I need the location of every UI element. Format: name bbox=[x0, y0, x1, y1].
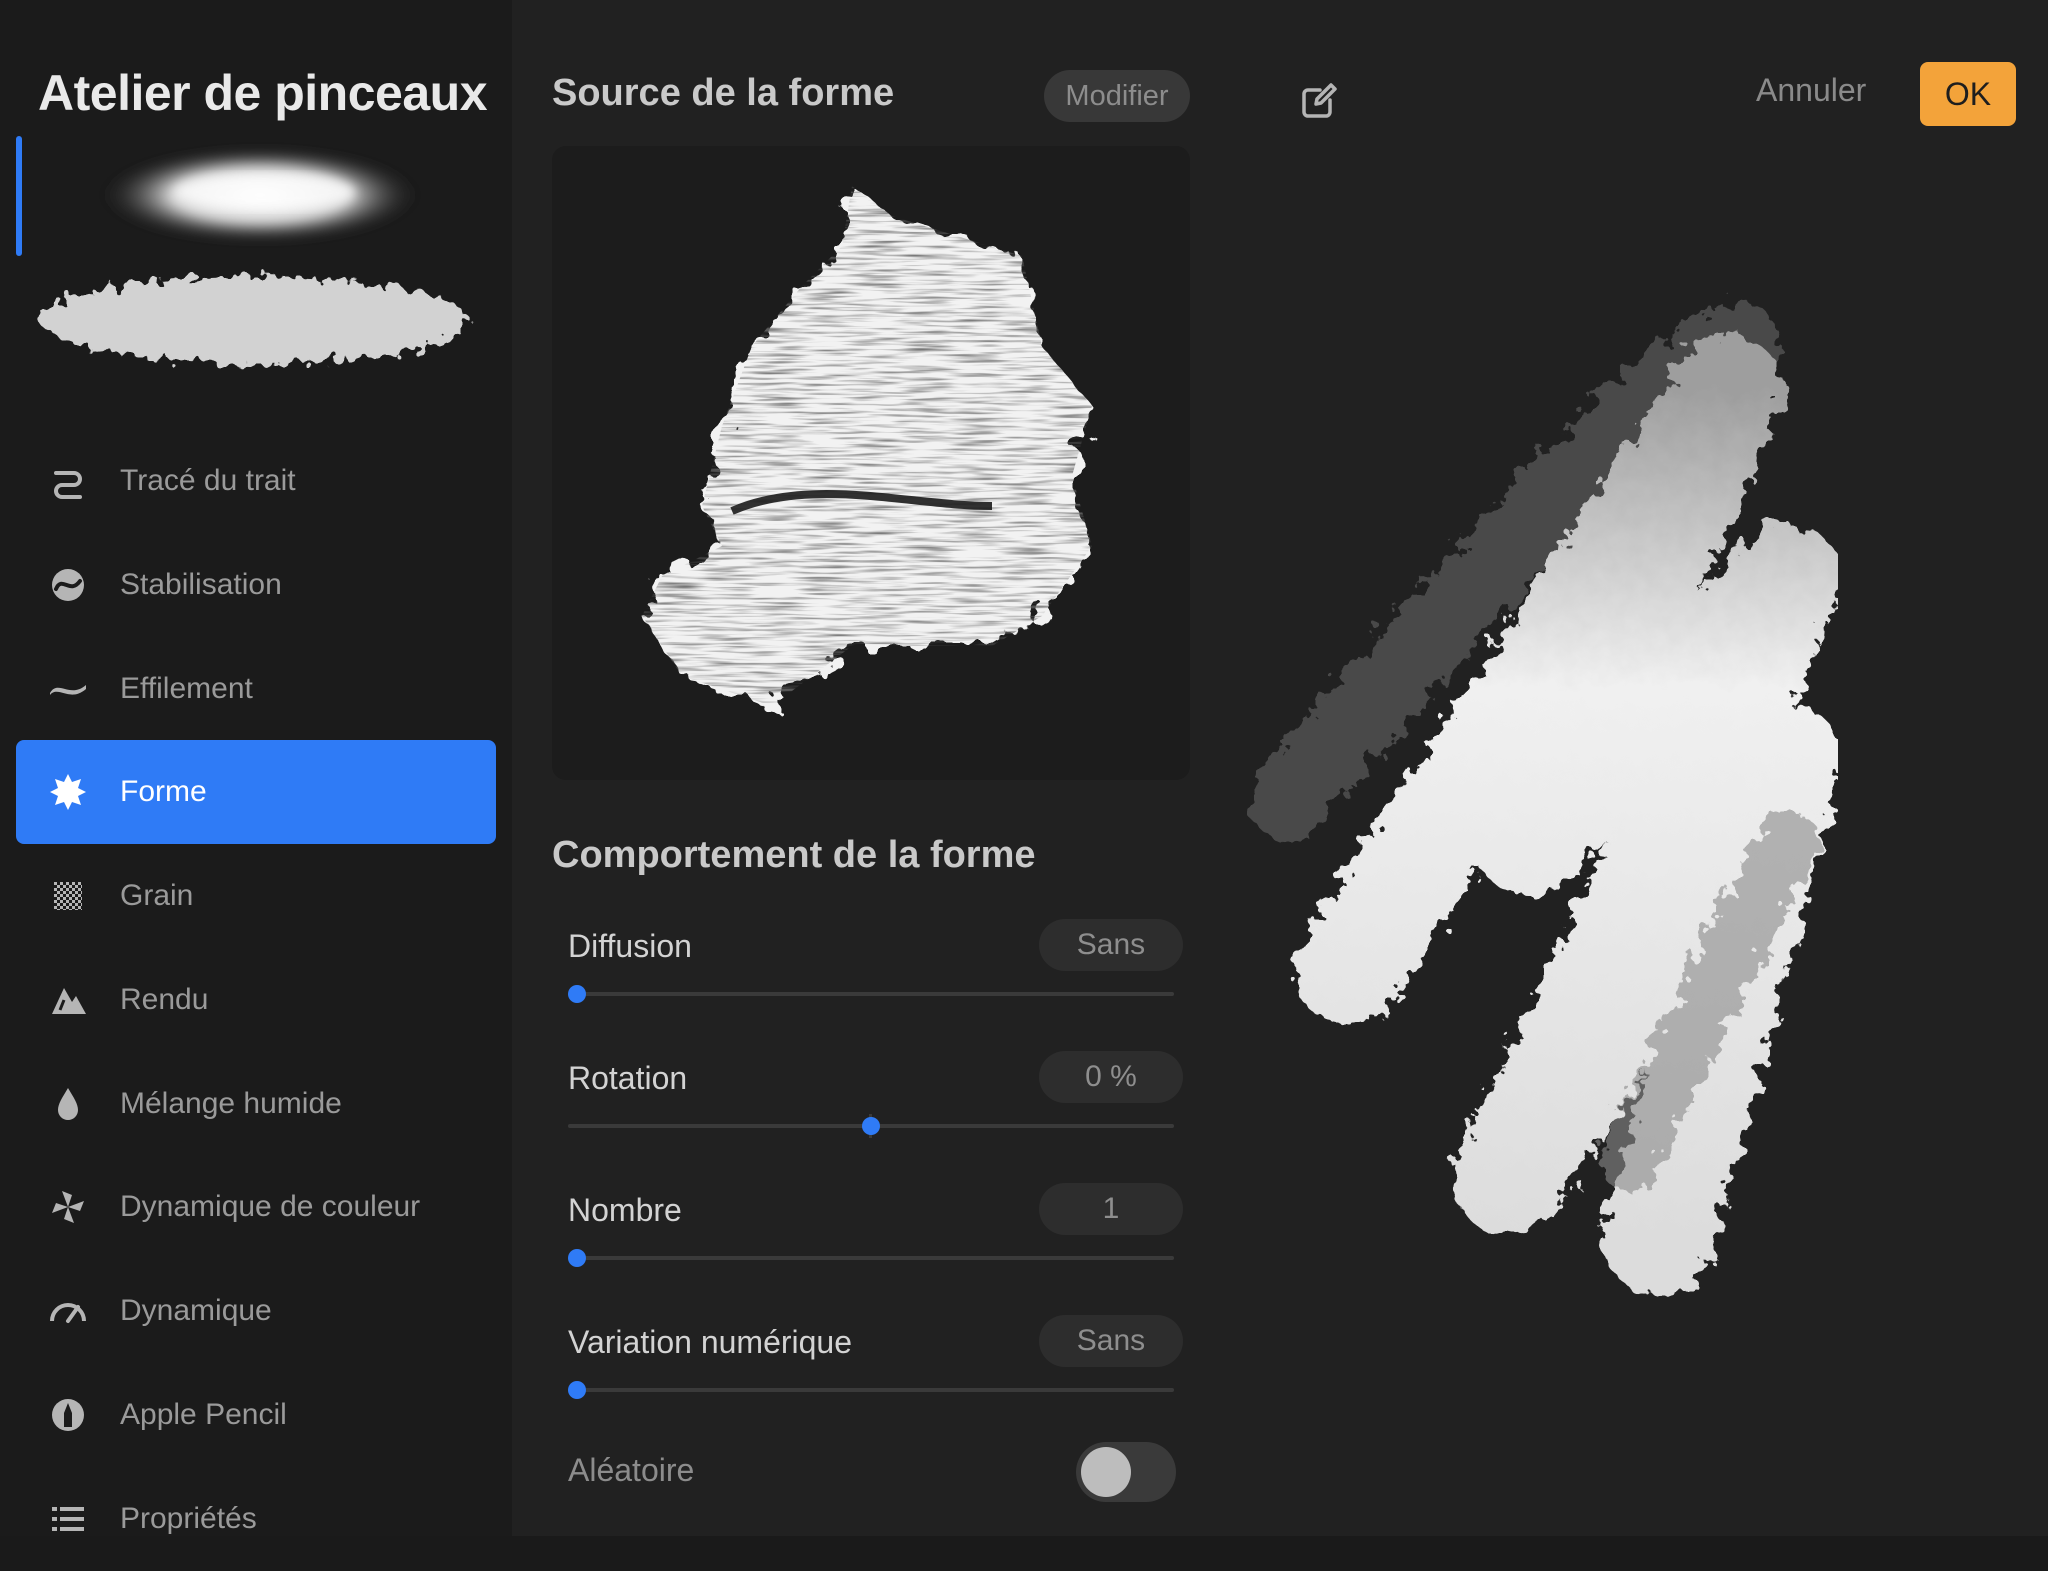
sidebar-item-label: Rendu bbox=[120, 983, 209, 1016]
ok-button[interactable]: OK bbox=[1920, 62, 2016, 126]
taper-icon bbox=[46, 667, 90, 711]
slider-knob[interactable] bbox=[568, 1381, 586, 1399]
brush-preview-stroke[interactable] bbox=[95, 140, 425, 250]
rotation-slider[interactable] bbox=[568, 1114, 1174, 1138]
shape-icon bbox=[46, 770, 90, 814]
sidebar-item-label: Dynamique bbox=[120, 1294, 272, 1327]
sidebar-item-color-dynamics[interactable]: Dynamique de couleur bbox=[16, 1155, 496, 1259]
dynamics-icon bbox=[46, 1289, 90, 1333]
rotation-label: Rotation bbox=[568, 1060, 688, 1096]
properties-icon bbox=[46, 1497, 90, 1541]
count-jitter-slider[interactable] bbox=[568, 1381, 1174, 1399]
count-label: Nombre bbox=[568, 1192, 682, 1228]
sidebar-item-label: Grain bbox=[120, 879, 194, 912]
sidebar-item-stroke-path[interactable]: Tracé du trait bbox=[16, 429, 496, 533]
shape-source-heading: Source de la forme bbox=[552, 72, 895, 114]
brush-preview-shape[interactable] bbox=[26, 258, 482, 386]
edit-pad-icon[interactable] bbox=[1300, 80, 1340, 120]
slider-knob[interactable] bbox=[568, 985, 586, 1003]
stabilization-icon bbox=[46, 563, 90, 607]
count-value[interactable]: 1 bbox=[1039, 1183, 1183, 1235]
sidebar-item-label: Mélange humide bbox=[120, 1087, 342, 1120]
slider-knob[interactable] bbox=[862, 1117, 880, 1135]
sidebar-item-wet-mix[interactable]: Mélange humide bbox=[16, 1052, 496, 1156]
sidebar-item-stabilization[interactable]: Stabilisation bbox=[16, 533, 496, 637]
page-title: Atelier de pinceaux bbox=[38, 65, 488, 121]
sidebar: Atelier de pinceaux Tracé du trait Stabi… bbox=[0, 0, 512, 1536]
sidebar-item-grain[interactable]: Grain bbox=[16, 844, 496, 948]
count-jitter-label: Variation numérique bbox=[568, 1324, 853, 1360]
scatter-value[interactable]: Sans bbox=[1039, 919, 1183, 971]
grain-icon bbox=[46, 874, 90, 918]
sidebar-item-shape[interactable]: Forme bbox=[16, 740, 496, 844]
slider-knob[interactable] bbox=[568, 1249, 586, 1267]
cancel-button[interactable]: Annuler bbox=[1756, 72, 1866, 109]
wet-mix-icon bbox=[46, 1082, 90, 1126]
randomized-label: Aléatoire bbox=[568, 1452, 695, 1488]
apple-pencil-icon bbox=[46, 1393, 90, 1437]
sidebar-item-label: Stabilisation bbox=[120, 568, 282, 601]
sidebar-item-rendering[interactable]: Rendu bbox=[16, 948, 496, 1052]
sidebar-item-apple-pencil[interactable]: Apple Pencil bbox=[16, 1363, 496, 1467]
edit-shape-button[interactable]: Modifier bbox=[1044, 70, 1190, 122]
scatter-slider[interactable] bbox=[568, 985, 1174, 1003]
rotation-value[interactable]: 0 % bbox=[1039, 1051, 1183, 1103]
shape-source-preview[interactable] bbox=[552, 146, 1190, 780]
sidebar-item-label: Effilement bbox=[120, 672, 253, 705]
scatter-label: Diffusion bbox=[568, 928, 692, 964]
drawing-pad[interactable]: Annuler OK bbox=[1228, 0, 2048, 1536]
sidebar-item-label: Dynamique de couleur bbox=[120, 1190, 421, 1223]
sidebar-item-dynamics[interactable]: Dynamique bbox=[16, 1259, 496, 1363]
sidebar-item-taper[interactable]: Effilement bbox=[16, 637, 496, 741]
rendering-icon bbox=[46, 978, 90, 1022]
shape-settings-panel: Source de la forme Modifier Comportement… bbox=[512, 0, 1228, 1536]
sidebar-item-label: Apple Pencil bbox=[120, 1398, 287, 1431]
sidebar-item-label: Tracé du trait bbox=[120, 464, 296, 497]
sidebar-item-properties[interactable]: Propriétés bbox=[16, 1467, 496, 1571]
toggle-thumb bbox=[1081, 1447, 1131, 1497]
sidebar-item-label: Propriétés bbox=[120, 1502, 257, 1535]
count-slider[interactable] bbox=[568, 1249, 1174, 1267]
stroke-path-icon bbox=[46, 459, 90, 503]
brush-selection-indicator bbox=[16, 136, 22, 256]
shape-behavior-heading: Comportement de la forme bbox=[552, 834, 1036, 876]
brush-stroke-preview bbox=[1248, 300, 1843, 1295]
color-dynamics-icon bbox=[46, 1185, 90, 1229]
randomized-toggle[interactable] bbox=[1076, 1442, 1176, 1502]
count-jitter-value[interactable]: Sans bbox=[1039, 1315, 1183, 1367]
sidebar-item-label: Forme bbox=[120, 775, 207, 808]
